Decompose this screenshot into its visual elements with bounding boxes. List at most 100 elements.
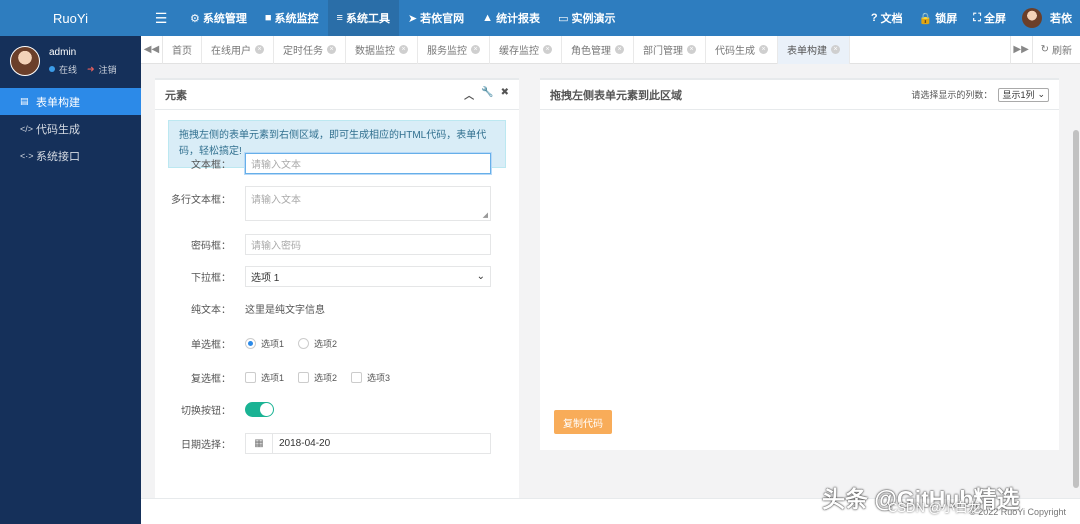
toggle-switch[interactable] xyxy=(245,402,274,417)
online-dot-icon xyxy=(49,66,55,72)
api-icon: <·> xyxy=(20,150,34,161)
close-icon[interactable]: × xyxy=(327,45,336,54)
tab-label: 角色管理 xyxy=(571,46,611,57)
panel-title: 拖拽左侧表单元素到此区域 xyxy=(550,89,682,102)
tab-label: 缓存监控 xyxy=(499,46,539,57)
checkbox-label: 选项1 xyxy=(261,373,285,383)
nav-lock[interactable]: 🔒 锁屏 xyxy=(911,0,966,36)
tab-scroll-left-icon[interactable]: ◀◀ xyxy=(141,35,163,64)
nav-docs[interactable]: ? 文档 xyxy=(863,0,911,36)
tab-code-gen[interactable]: 代码生成 × xyxy=(706,35,778,64)
refresh-label: 刷新 xyxy=(1052,46,1072,57)
tab-home[interactable]: 首页 xyxy=(163,35,202,64)
checkbox-icon xyxy=(351,372,363,383)
close-icon[interactable]: × xyxy=(831,45,840,54)
online-status: 在线 xyxy=(59,64,78,75)
tab-data-monitor[interactable]: 数据监控 × xyxy=(346,35,418,64)
elements-panel: 元素 ︿ 🔧 ✖ 拖拽左侧的表单元素到右侧区域，即可生成相应的HTML代码，表单… xyxy=(155,78,519,498)
close-icon[interactable]: × xyxy=(687,45,696,54)
tab-service-monitor[interactable]: 服务监控 × xyxy=(418,35,490,64)
wrench-icon[interactable]: 🔧 xyxy=(481,87,493,102)
radio-option-1[interactable]: 选项1 xyxy=(245,337,284,350)
columns-label: 请选择显示的列数： xyxy=(911,90,993,100)
tab-cache-monitor[interactable]: 缓存监控 × xyxy=(490,35,562,64)
checkbox-option-1[interactable]: 选项1 xyxy=(245,371,284,384)
logout-icon[interactable]: ➜ xyxy=(87,64,95,75)
nav-demo[interactable]: ▭ 实例演示 xyxy=(549,0,624,36)
top-navbar: ☰ ⚙ 系统管理 ■ 系统监控 ≡ 系统工具 ➤ 若依官网 ▲ 统计报表 ▭ 实例演示 ? 文… xyxy=(141,0,1080,36)
nav-fullscreen[interactable]: ⛶ 全屏 xyxy=(965,0,1014,36)
drop-area-panel: 拖拽左侧表单元素到此区域 请选择显示的列数： 显示1列 ⌄ 复制代码 xyxy=(540,78,1059,450)
menu-toggle-icon[interactable]: ☰ xyxy=(141,0,181,36)
nav-system-manage[interactable]: ⚙ 系统管理 xyxy=(181,0,256,36)
nav-label: 锁屏 xyxy=(935,13,958,25)
tab-form-builder[interactable]: 表单构建 × xyxy=(778,35,850,64)
nav-label: 系统管理 xyxy=(202,13,247,25)
nav-system-monitor[interactable]: ■ 系统监控 xyxy=(256,0,328,36)
checkbox-option-3[interactable]: 选项3 xyxy=(351,371,390,384)
tab-dept-manage[interactable]: 部门管理 × xyxy=(634,35,706,64)
logout-link[interactable]: 注销 xyxy=(99,63,117,76)
sidebar-item-api[interactable]: <·> 系统接口 xyxy=(0,142,141,169)
sidebar-item-code-gen[interactable]: </> 代码生成 xyxy=(0,115,141,142)
checkbox-icon xyxy=(298,372,310,383)
lock-icon: 🔒 xyxy=(918,12,933,25)
form-row-textarea: 多行文本框： 请输入文本 ◢ xyxy=(155,186,519,221)
tab-role-manage[interactable]: 角色管理 × xyxy=(562,35,634,64)
date-picker[interactable]: ▦ 2018-04-20 xyxy=(245,433,491,454)
refresh-icon: ↻ xyxy=(1040,44,1049,55)
scrollbar[interactable] xyxy=(1073,130,1079,488)
user-panel: admin 在线 ➜ 注销 xyxy=(0,36,141,86)
text-input[interactable]: 请输入文本 xyxy=(245,153,491,174)
nav-label: 全屏 xyxy=(984,13,1006,25)
tab-online-users[interactable]: 在线用户 × xyxy=(202,35,274,64)
password-input[interactable]: 请输入密码 xyxy=(245,234,491,255)
field-label: 切换按钮： xyxy=(181,406,231,417)
calendar-icon[interactable]: ▦ xyxy=(246,434,273,453)
nav-label: 系统监控 xyxy=(274,13,319,25)
refresh-button[interactable]: ↻ 刷新 xyxy=(1031,35,1080,64)
sidebar-item-label: 表单构建 xyxy=(36,96,80,109)
form-row-password: 密码框： 请输入密码 xyxy=(155,234,519,255)
close-icon[interactable]: × xyxy=(615,45,624,54)
field-label: 复选框： xyxy=(191,374,231,385)
tab-label: 服务监控 xyxy=(427,46,467,57)
user-name: admin xyxy=(49,46,77,58)
sidebar-menu: ▤ 表单构建 </> 代码生成 <·> 系统接口 xyxy=(0,88,141,169)
avatar xyxy=(1022,8,1042,28)
textarea-input[interactable]: 请输入文本 ◢ xyxy=(245,186,491,221)
form-icon: ▤ xyxy=(20,96,29,106)
radio-checked-icon xyxy=(245,338,256,349)
close-icon[interactable]: ✖ xyxy=(501,87,509,102)
close-icon[interactable]: × xyxy=(255,45,264,54)
sidebar-item-form-builder[interactable]: ▤ 表单构建 xyxy=(0,88,141,115)
close-icon[interactable]: × xyxy=(399,45,408,54)
brand-logo[interactable]: RuoYi xyxy=(0,0,141,36)
columns-select[interactable]: 显示1列 ⌄ xyxy=(998,87,1049,102)
tab-scroll-right-icon[interactable]: ▶▶ xyxy=(1009,35,1032,64)
avatar[interactable] xyxy=(10,46,40,76)
nav-user-name: 若依 xyxy=(1050,13,1072,25)
field-label: 日期选择： xyxy=(181,440,231,451)
nav-reports[interactable]: ▲ 统计报表 xyxy=(473,0,549,36)
copy-code-button[interactable]: 复制代码 xyxy=(554,410,612,434)
radio-option-2[interactable]: 选项2 xyxy=(298,337,337,350)
field-label: 密码框： xyxy=(191,241,231,252)
nav-system-tools[interactable]: ≡ 系统工具 xyxy=(327,0,399,36)
desktop-icon: ▭ xyxy=(558,12,569,25)
collapse-icon[interactable]: ︿ xyxy=(464,87,474,102)
code-icon: </> xyxy=(20,123,34,134)
close-icon[interactable]: × xyxy=(471,45,480,54)
dropdown-select[interactable]: 选项 1 ⌄ xyxy=(245,266,491,287)
nav-official-site[interactable]: ➤ 若依官网 xyxy=(399,0,473,36)
close-icon[interactable]: × xyxy=(543,45,552,54)
resize-handle-icon[interactable]: ◢ xyxy=(483,211,488,219)
nav-user[interactable]: 若依 xyxy=(1014,0,1080,36)
nav-label: 统计报表 xyxy=(496,13,541,25)
nav-label: 文档 xyxy=(880,13,903,25)
checkbox-label: 选项3 xyxy=(367,373,391,383)
close-icon[interactable]: × xyxy=(759,45,768,54)
form-row-toggle: 切换按钮： xyxy=(155,402,519,417)
tab-scheduled-tasks[interactable]: 定时任务 × xyxy=(274,35,346,64)
checkbox-option-2[interactable]: 选项2 xyxy=(298,371,337,384)
